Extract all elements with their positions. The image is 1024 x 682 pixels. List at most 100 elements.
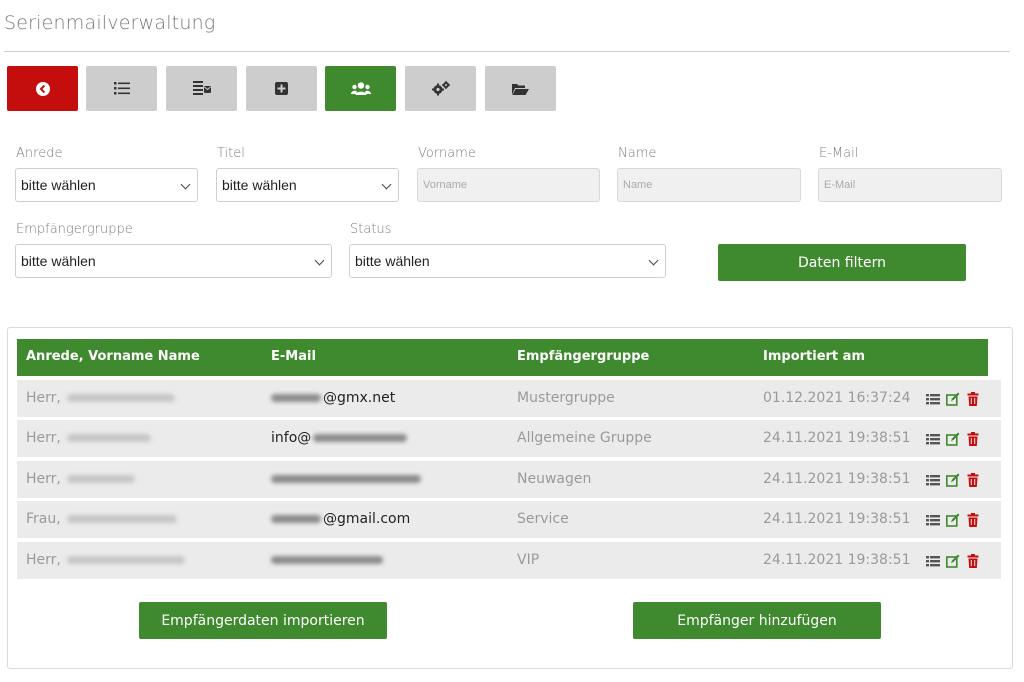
list-button[interactable] [86,66,157,111]
delete-icon[interactable] [966,473,980,487]
redacted-name [66,394,175,402]
cell-email: info@ [271,430,409,446]
name-placeholder: Name [623,179,653,191]
details-list-icon[interactable] [926,513,940,527]
cell-gruppe: VIP [517,552,540,568]
edit-icon[interactable] [946,392,960,406]
table-row: Herr, @gmx.net Mustergruppe 01.12.2021 1… [17,380,1001,417]
recipients-button[interactable] [325,66,396,111]
table-row: Herr, VIP 24.11.2021 19:38:51 [17,542,1001,579]
redacted-email [313,434,408,442]
users-icon [350,82,371,95]
titel-select-value: bitte wählen [222,177,297,193]
cell-gruppe: Allgemeine Gruppe [517,430,652,446]
back-button[interactable] [7,66,78,111]
cell-importiert: 01.12.2021 16:37:24 [763,390,911,406]
delete-icon[interactable] [966,513,980,527]
cell-name: Herr, [26,390,175,406]
header-importiert[interactable]: Importiert am [763,349,865,364]
table-row: Frau, @gmail.com Service 24.11.2021 19:3… [17,501,1001,538]
details-list-icon[interactable] [926,554,940,568]
anrede-label: Anrede [16,146,63,161]
edit-icon[interactable] [946,432,960,446]
table-row: Herr, info@ Allgemeine Gruppe 24.11.2021… [17,420,1001,457]
status-select[interactable]: bitte wählen [349,244,666,278]
import-recipients-button[interactable]: Empfängerdaten importieren [139,602,387,639]
status-select-value: bitte wählen [355,253,430,269]
cell-importiert: 24.11.2021 19:38:51 [763,552,911,568]
mail-stack-icon [192,80,211,95]
anrede-select[interactable]: bitte wählen [15,168,198,202]
header-email[interactable]: E-Mail [271,349,316,364]
add-button[interactable] [246,66,317,111]
delete-icon[interactable] [966,554,980,568]
details-list-icon[interactable] [926,473,940,487]
delete-icon[interactable] [966,392,980,406]
edit-icon[interactable] [946,513,960,527]
cell-email: @gmail.com [271,511,410,527]
gears-icon [431,81,450,96]
details-list-icon[interactable] [926,432,940,446]
table-header: Anrede, Vorname Name E-Mail Empfängergru… [17,339,988,376]
table-row: Herr, Neuwagen 24.11.2021 19:38:51 [17,461,1001,498]
gruppe-select[interactable]: bitte wählen [15,244,332,278]
open-folder-button[interactable] [485,66,556,111]
header-name[interactable]: Anrede, Vorname Name [26,349,200,364]
redacted-name [66,556,185,564]
title-divider [4,51,1010,52]
name-label: Name [618,146,657,161]
redacted-email [271,556,383,564]
titel-select[interactable]: bitte wählen [216,168,399,202]
anrede-select-value: bitte wählen [21,177,96,193]
status-label: Status [350,222,392,237]
gruppe-select-value: bitte wählen [21,253,96,269]
delete-icon[interactable] [966,432,980,446]
redacted-email [271,515,321,523]
folder-open-icon [512,83,529,95]
vorname-label: Vorname [418,146,476,161]
row-actions [926,432,980,446]
page-title: Serienmailverwaltung [4,12,216,34]
row-actions [926,392,980,406]
cell-email [271,471,423,487]
cell-gruppe: Service [517,511,569,527]
chevron-down-icon [314,255,325,266]
redacted-name [66,434,151,442]
mail-stack-button[interactable] [166,66,237,111]
filter-button[interactable]: Daten filtern [718,244,966,281]
cell-importiert: 24.11.2021 19:38:51 [763,430,911,446]
row-actions [926,554,980,568]
cell-name: Herr, [26,552,185,568]
plus-square-icon [275,82,288,95]
chevron-down-icon [648,255,659,266]
cell-gruppe: Neuwagen [517,471,592,487]
chevron-down-icon [381,179,392,190]
cell-importiert: 24.11.2021 19:38:51 [763,471,911,487]
cell-email [271,552,385,568]
row-actions [926,473,980,487]
redacted-email [271,394,321,402]
vorname-input[interactable]: Vorname [417,168,600,202]
titel-label: Titel [217,146,245,161]
cell-email: @gmx.net [271,390,395,406]
add-recipient-button[interactable]: Empfänger hinzufügen [633,602,881,639]
cell-name: Herr, [26,430,151,446]
list-icon [113,82,130,95]
redacted-name [66,515,177,523]
vorname-placeholder: Vorname [423,179,468,191]
edit-icon[interactable] [946,554,960,568]
redacted-email [271,475,421,483]
cell-name: Herr, [26,471,135,487]
redacted-name [66,475,135,483]
cell-name: Frau, [26,511,177,527]
cell-importiert: 24.11.2021 19:38:51 [763,511,911,527]
chevron-down-icon [180,179,191,190]
edit-icon[interactable] [946,473,960,487]
name-input[interactable]: Name [617,168,801,202]
settings-button[interactable] [405,66,476,111]
cell-gruppe: Mustergruppe [517,390,615,406]
header-gruppe[interactable]: Empfängergruppe [517,349,649,364]
email-input[interactable]: E-Mail [818,168,1002,202]
gruppe-label: Empfängergruppe [16,222,133,237]
details-list-icon[interactable] [926,392,940,406]
